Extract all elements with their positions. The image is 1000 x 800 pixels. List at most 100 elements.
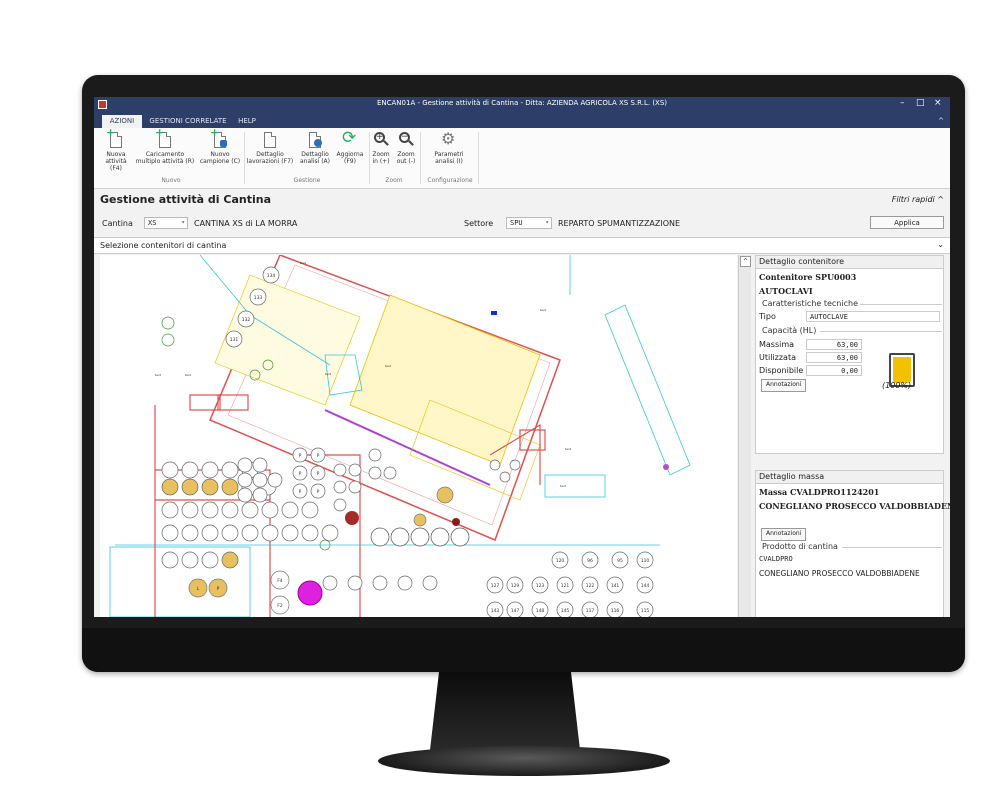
tank-grey[interactable] — [201, 461, 219, 479]
aggiorna-button[interactable]: ⟳ Aggiorna (F9) — [334, 130, 366, 166]
svg-text:text: text — [325, 372, 332, 376]
zoom-in-label-2: in (+) — [372, 158, 390, 165]
tank-grey[interactable] — [201, 524, 219, 542]
svg-text:text: text — [565, 447, 572, 451]
tank-grey[interactable] — [181, 551, 199, 569]
tank-grey[interactable] — [321, 524, 339, 542]
tank-grey[interactable] — [261, 501, 279, 519]
tank-grey[interactable] — [368, 466, 382, 480]
map-scrollbar[interactable]: ^ — [738, 255, 751, 617]
tank-grey[interactable] — [509, 459, 521, 471]
tank-yellow[interactable] — [221, 551, 239, 569]
tank-yellow[interactable] — [436, 486, 454, 504]
massima-field: 63,00 — [806, 339, 862, 350]
prodotto-code: CVALDPRO — [759, 555, 793, 563]
tank-grey[interactable] — [390, 527, 410, 547]
massa-annotazioni-button[interactable]: Annotazioni — [761, 528, 807, 541]
tank-grey[interactable] — [348, 463, 362, 477]
gears-icon: ⚙ — [441, 129, 456, 148]
tank-grey[interactable] — [322, 575, 338, 591]
tank-grey[interactable] — [252, 472, 268, 488]
tank-grey[interactable] — [368, 448, 382, 462]
tank-grey[interactable] — [450, 527, 470, 547]
tank-grey[interactable] — [348, 480, 362, 494]
tank-red-small[interactable] — [452, 518, 460, 526]
tank-grey[interactable] — [252, 457, 268, 473]
tank-yellow[interactable] — [221, 478, 239, 496]
tank-grey[interactable] — [333, 463, 347, 477]
dettaglio-analisi-button[interactable]: Dettaglio analisi (A) — [296, 132, 334, 165]
tank-grey[interactable] — [181, 501, 199, 519]
annotazioni-button[interactable]: Annotazioni — [761, 379, 807, 392]
tank-grey[interactable] — [221, 461, 239, 479]
tank-grey[interactable] — [333, 498, 347, 512]
tank-grey[interactable] — [237, 487, 253, 503]
zoom-out-button[interactable]: − Zoom out (-) — [394, 132, 418, 165]
tank-grey[interactable] — [161, 524, 179, 542]
scroll-up-icon[interactable]: ^ — [740, 256, 751, 267]
tank-grey[interactable] — [383, 466, 397, 480]
nuova-attivita-button[interactable]: + Nuova attività (F4) — [100, 127, 132, 172]
selected-tank[interactable] — [297, 580, 323, 606]
tank-grey[interactable] — [267, 472, 283, 488]
monitor-chin — [82, 628, 965, 672]
tank-grey[interactable] — [241, 524, 259, 542]
tank-grey[interactable] — [333, 480, 347, 494]
tab-help[interactable]: HELP — [234, 115, 260, 128]
close-button[interactable]: × — [934, 98, 942, 108]
tank-grey[interactable] — [201, 551, 219, 569]
filtri-rapidi-label: Filtri rapidi — [891, 195, 935, 204]
tank-grey[interactable] — [237, 457, 253, 473]
tank-yellow[interactable] — [201, 478, 219, 496]
zoom-in-button[interactable]: + Zoom in (+) — [370, 132, 392, 165]
tank-grey[interactable] — [281, 501, 299, 519]
tank-grey[interactable] — [221, 501, 239, 519]
svg-text:text: text — [300, 261, 307, 265]
maximize-button[interactable]: □ — [916, 98, 925, 108]
tank-grey[interactable] — [489, 459, 501, 471]
tank-grey[interactable] — [281, 524, 299, 542]
tank-grey[interactable] — [410, 527, 430, 547]
tank-red[interactable] — [345, 511, 359, 525]
applica-button[interactable]: Applica — [870, 216, 944, 229]
filtri-rapidi-toggle[interactable]: Filtri rapidi ^ — [892, 195, 944, 204]
minimize-button[interactable]: – — [900, 98, 905, 108]
tank-grey[interactable] — [397, 575, 413, 591]
tank-grey[interactable] — [422, 575, 438, 591]
tank-yellow[interactable] — [161, 478, 179, 496]
dettaglio-lavorazioni-button[interactable]: Dettaglio lavorazioni (F7) — [246, 132, 294, 165]
tank-grey[interactable] — [370, 527, 390, 547]
tank-label: P — [317, 489, 320, 495]
svg-text:text: text — [155, 373, 162, 377]
tank-grey[interactable] — [161, 551, 179, 569]
caricamento-multiplo-button[interactable]: + Caricamento multiplo attività (R) — [134, 127, 196, 165]
tank-grey[interactable] — [372, 575, 388, 591]
tank-grey[interactable] — [301, 501, 319, 519]
tank-grey[interactable] — [241, 501, 259, 519]
selezione-contenitori-bar[interactable]: Selezione contenitori di cantina ⌄ — [94, 237, 950, 254]
tank-grey[interactable] — [181, 524, 199, 542]
tank-grey[interactable] — [499, 471, 511, 483]
tank-grey[interactable] — [161, 501, 179, 519]
tank-grey[interactable] — [261, 524, 279, 542]
tank-grey[interactable] — [347, 575, 363, 591]
cantina-code: XS — [148, 219, 157, 227]
tank-grey[interactable] — [237, 472, 253, 488]
parametri-analisi-button[interactable]: ⚙ Parametri analisi (I) — [424, 129, 474, 166]
sample-icon: + — [210, 127, 228, 149]
cantina-select[interactable]: XS ▾ — [144, 217, 188, 229]
cellar-map[interactable]: text text text text text text text text — [100, 255, 737, 617]
tank-grey[interactable] — [221, 524, 239, 542]
tank-yellow[interactable] — [181, 478, 199, 496]
tank-grey[interactable] — [301, 524, 319, 542]
settore-select[interactable]: SPU ▾ — [506, 217, 552, 229]
group-configurazione: Configurazione — [427, 177, 473, 184]
nuovo-campione-button[interactable]: + Nuovo campione (C) — [198, 127, 242, 165]
tank-grey[interactable] — [252, 487, 268, 503]
tank-grey[interactable] — [430, 527, 450, 547]
collapse-ribbon-icon[interactable]: ^ — [936, 115, 946, 128]
tank-grey[interactable] — [201, 501, 219, 519]
tank-yellow[interactable] — [413, 513, 427, 527]
tank-grey[interactable] — [181, 461, 199, 479]
tank-grey[interactable] — [161, 461, 179, 479]
